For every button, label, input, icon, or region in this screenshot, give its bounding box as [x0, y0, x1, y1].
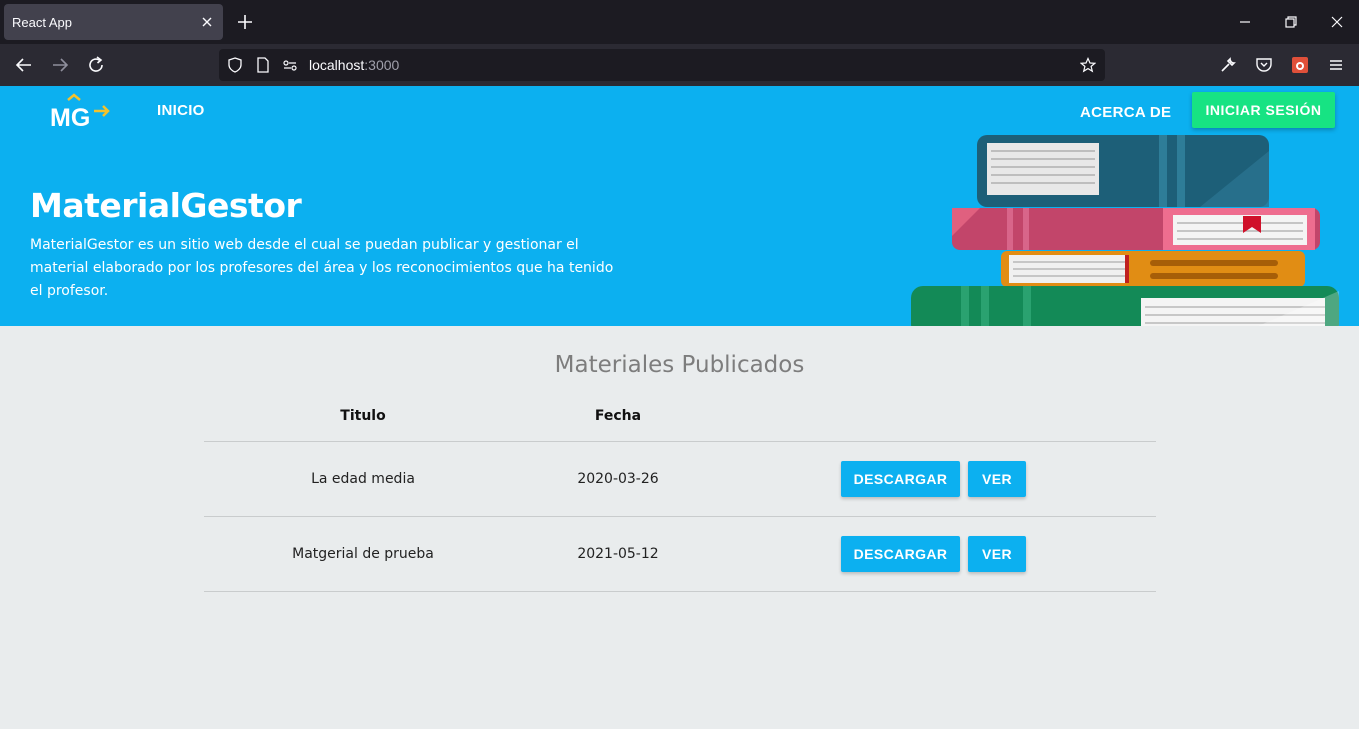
header-fecha: Fecha [594, 408, 642, 424]
nav-acerca-de[interactable]: ACERCA DE [1080, 104, 1171, 121]
hero-description: MaterialGestor es un sitio web desde el … [30, 237, 614, 299]
forward-icon[interactable] [50, 55, 70, 75]
restore-icon[interactable] [1283, 14, 1299, 30]
table-row: Matgerial de prueba 2021-05-12 DESCARGAR… [204, 516, 1156, 591]
bookmark-star-icon[interactable] [1080, 57, 1096, 73]
books-illustration [911, 135, 1339, 326]
browser-toolbar: localhost:3000 [0, 44, 1359, 86]
url-port: :3000 [364, 57, 400, 73]
permissions-icon[interactable] [282, 57, 298, 73]
svg-text:MG: MG [50, 104, 90, 130]
menu-icon[interactable] [1327, 56, 1345, 74]
table-bottom-border [204, 591, 1156, 592]
close-window-icon[interactable] [1329, 14, 1345, 30]
url-text[interactable]: localhost:3000 [309, 57, 399, 73]
view-button[interactable]: VER [968, 461, 1026, 497]
hero-title: MaterialGestor [30, 186, 302, 225]
header-titulo: Titulo [340, 408, 386, 424]
wrench-icon[interactable] [1219, 56, 1237, 74]
materialgestor-logo[interactable]: MG [48, 92, 112, 130]
url-host: localhost [309, 57, 365, 73]
download-button[interactable]: DESCARGAR [841, 461, 960, 497]
table-row: La edad media 2020-03-26 DESCARGAR VER [204, 441, 1156, 516]
new-tab-icon[interactable] [236, 13, 254, 31]
browser-tab[interactable]: React App [4, 4, 223, 40]
browser-tab-bar: React App [0, 0, 1359, 44]
cell-fecha: 2020-03-26 [577, 471, 659, 487]
reload-icon[interactable] [86, 55, 106, 75]
url-bar[interactable]: localhost:3000 [219, 49, 1105, 81]
back-icon[interactable] [14, 55, 34, 75]
section-title: Materiales Publicados [554, 352, 805, 378]
cell-titulo: La edad media [311, 471, 415, 487]
view-button[interactable]: VER [968, 536, 1026, 572]
cell-fecha: 2021-05-12 [577, 546, 659, 562]
close-tab-icon[interactable] [199, 14, 215, 30]
pocket-icon[interactable] [1255, 56, 1273, 74]
download-button[interactable]: DESCARGAR [841, 536, 960, 572]
minimize-icon[interactable] [1237, 14, 1253, 30]
shield-icon[interactable] [227, 57, 243, 73]
extension-icon[interactable] [1291, 56, 1309, 74]
hero-banner: MG INICIO ACERCA DE INICIAR SESIÓN Mater… [0, 86, 1359, 326]
tab-title: React App [12, 14, 72, 30]
page-icon[interactable] [255, 57, 271, 73]
cell-titulo: Matgerial de prueba [292, 546, 434, 562]
login-button[interactable]: INICIAR SESIÓN [1192, 92, 1335, 128]
nav-inicio[interactable]: INICIO [157, 102, 205, 119]
